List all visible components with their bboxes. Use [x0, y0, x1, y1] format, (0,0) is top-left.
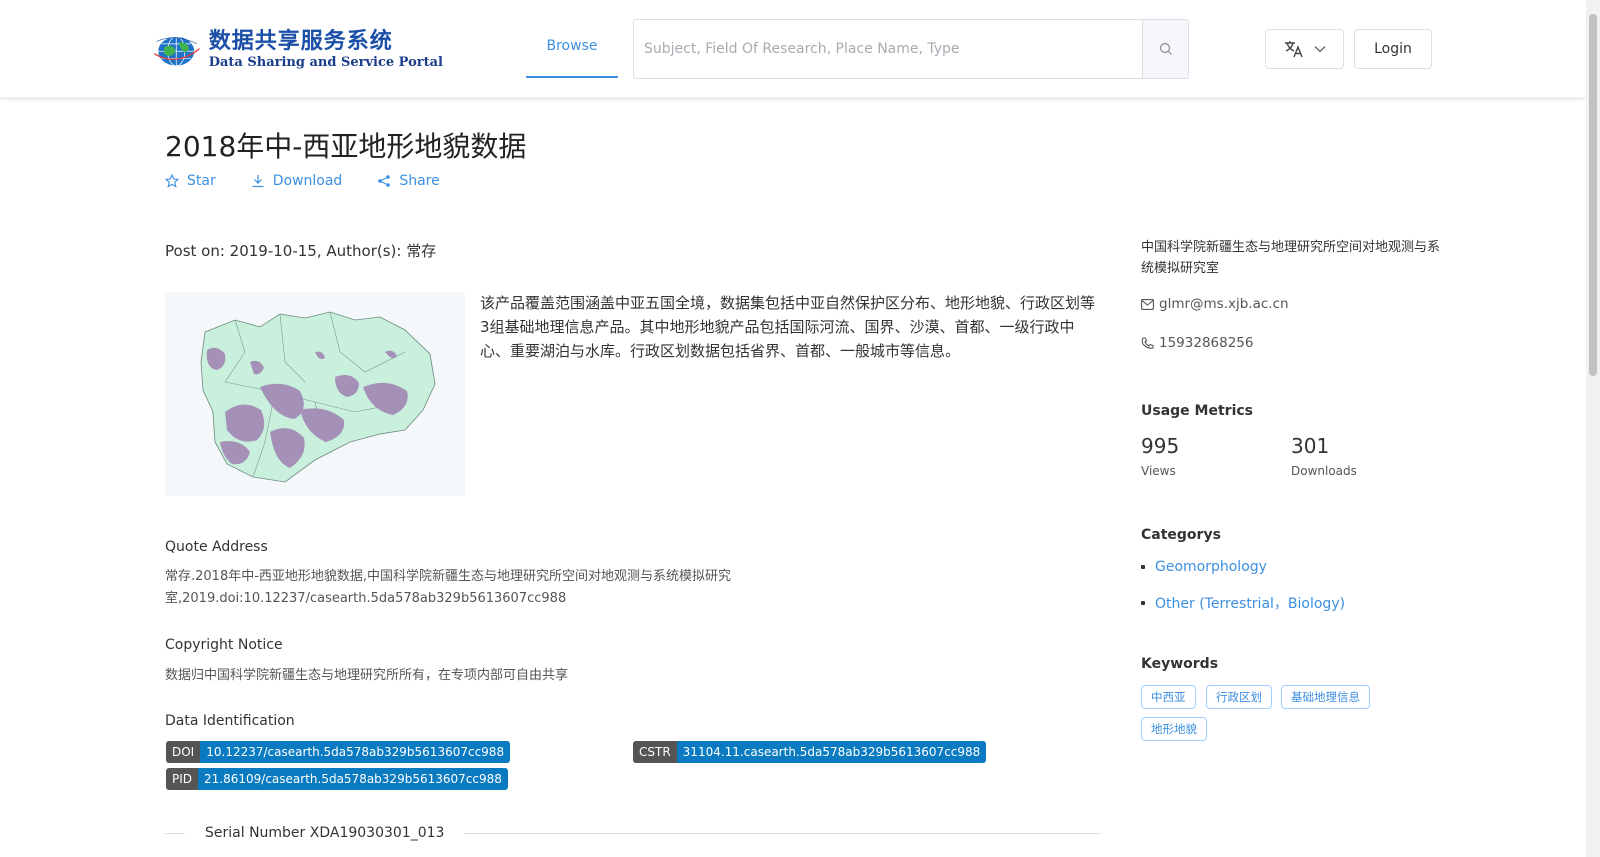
search-icon — [1159, 42, 1172, 55]
keyword-tag[interactable]: 地形地貌 — [1141, 717, 1207, 741]
doi-key: DOI — [166, 741, 201, 763]
quote-text: 常存.2018年中-西亚地形地貌数据,中国科学院新疆生态与地理研究所空间对地观测… — [165, 569, 732, 606]
search-button[interactable] — [1142, 20, 1188, 78]
dataset-description: 该产品覆盖范围涵盖中亚五国全境，数据集包括中亚自然保护区分布、地形地貌、行政区划… — [480, 294, 1096, 360]
email-text: glmr@ms.xjb.ac.cn — [1159, 296, 1289, 312]
serial-number: Serial Number XDA19030301_013 — [205, 825, 445, 841]
serial-number-divider: Serial Number XDA19030301_013 — [165, 823, 1101, 843]
logo-title-en: Data Sharing and Service Portal — [208, 55, 443, 70]
contact-phone[interactable]: 15932868256 — [1141, 335, 1253, 351]
cstr-value: 31104.11.casearth.5da578ab329b5613607cc9… — [676, 741, 987, 763]
category-label: Geomorphology — [1155, 559, 1267, 575]
category-item[interactable]: Other (Terrestrial，Biology) — [1141, 593, 1345, 613]
keyword-tag[interactable]: 行政区划 — [1206, 685, 1272, 709]
views-metric: 995 Views — [1141, 434, 1179, 478]
pid-value: 21.86109/casearth.5da578ab329b5613607cc9… — [198, 768, 508, 790]
share-icon — [378, 175, 391, 187]
logo-title-cn: 数据共享服务系统 — [208, 28, 393, 54]
search-bar — [633, 19, 1189, 79]
keywords-heading: Keywords — [1141, 656, 1219, 672]
downloads-count: 301 — [1291, 434, 1330, 458]
star-label: Star — [187, 173, 216, 189]
contact-email[interactable]: glmr@ms.xjb.ac.cn — [1141, 296, 1289, 312]
post-info: Post on: 2019-10-15, Author(s): 常存 — [165, 242, 437, 260]
download-label: Download — [272, 173, 343, 189]
divider-line-left — [165, 832, 185, 834]
pid-badge[interactable]: PID 21.86109/casearth.5da578ab329b561360… — [166, 768, 508, 790]
scrollbar-thumb[interactable] — [1589, 14, 1597, 376]
share-button[interactable]: Share — [377, 173, 440, 189]
copyright-text: 数据归中国科学院新疆生态与地理研究所所有，在专项内部可自由共享 — [165, 668, 569, 683]
translate-icon — [1284, 41, 1303, 58]
quote-heading: Quote Address — [165, 539, 268, 555]
mail-icon — [1141, 298, 1154, 310]
doi-badge[interactable]: DOI 10.12237/casearth.5da578ab329b561360… — [166, 741, 511, 763]
download-icon — [252, 175, 264, 188]
globe-logo-icon — [153, 36, 200, 67]
category-label: Other (Terrestrial，Biology) — [1155, 596, 1346, 612]
star-icon — [165, 174, 179, 188]
phone-icon — [1141, 336, 1154, 349]
chevron-down-icon — [1314, 46, 1325, 53]
login-button[interactable]: Login — [1354, 29, 1432, 69]
star-button[interactable]: Star — [165, 173, 216, 189]
page-title: 2018年中-西亚地形地貌数据 — [165, 130, 527, 163]
site-logo[interactable]: 数据共享服务系统 Data Sharing and Service Portal — [153, 22, 443, 78]
views-label: Views — [1141, 464, 1176, 478]
top-header: 数据共享服务系统 Data Sharing and Service Portal… — [0, 0, 1586, 98]
bullet-icon — [1141, 601, 1145, 605]
pid-key: PID — [166, 768, 199, 790]
copyright-heading: Copyright Notice — [165, 637, 283, 653]
page-scrollbar[interactable] — [1586, 0, 1600, 857]
views-count: 995 — [1141, 434, 1180, 458]
keyword-tag[interactable]: 中西亚 — [1141, 685, 1196, 709]
category-item[interactable]: Geomorphology — [1141, 559, 1267, 575]
nav-browse-tab[interactable]: Browse — [526, 18, 618, 78]
divider-line-right — [464, 832, 1101, 834]
categories-heading: Categorys — [1141, 527, 1221, 543]
downloads-label: Downloads — [1291, 464, 1357, 478]
downloads-metric: 301 Downloads — [1291, 434, 1357, 478]
search-input[interactable] — [634, 20, 1142, 78]
usage-metrics-heading: Usage Metrics — [1141, 403, 1253, 419]
dataset-actions: Star Download Share — [165, 173, 440, 189]
cstr-badge[interactable]: CSTR 31104.11.casearth.5da578ab329b56136… — [633, 741, 987, 763]
phone-text: 15932868256 — [1159, 335, 1254, 351]
bullet-icon — [1141, 565, 1145, 569]
share-label: Share — [399, 173, 440, 189]
doi-value: 10.12237/casearth.5da578ab329b5613607cc9… — [200, 741, 511, 763]
language-switcher[interactable] — [1265, 29, 1344, 69]
identification-heading: Data Identification — [165, 713, 295, 729]
keyword-tag[interactable]: 基础地理信息 — [1281, 685, 1370, 709]
cstr-key: CSTR — [633, 741, 677, 763]
dataset-thumbnail-map[interactable] — [165, 292, 465, 496]
organization-name: 中国科学院新疆生态与地理研究所空间对地观测与系统模拟研究室 — [1141, 240, 1441, 276]
download-button[interactable]: Download — [251, 173, 343, 189]
